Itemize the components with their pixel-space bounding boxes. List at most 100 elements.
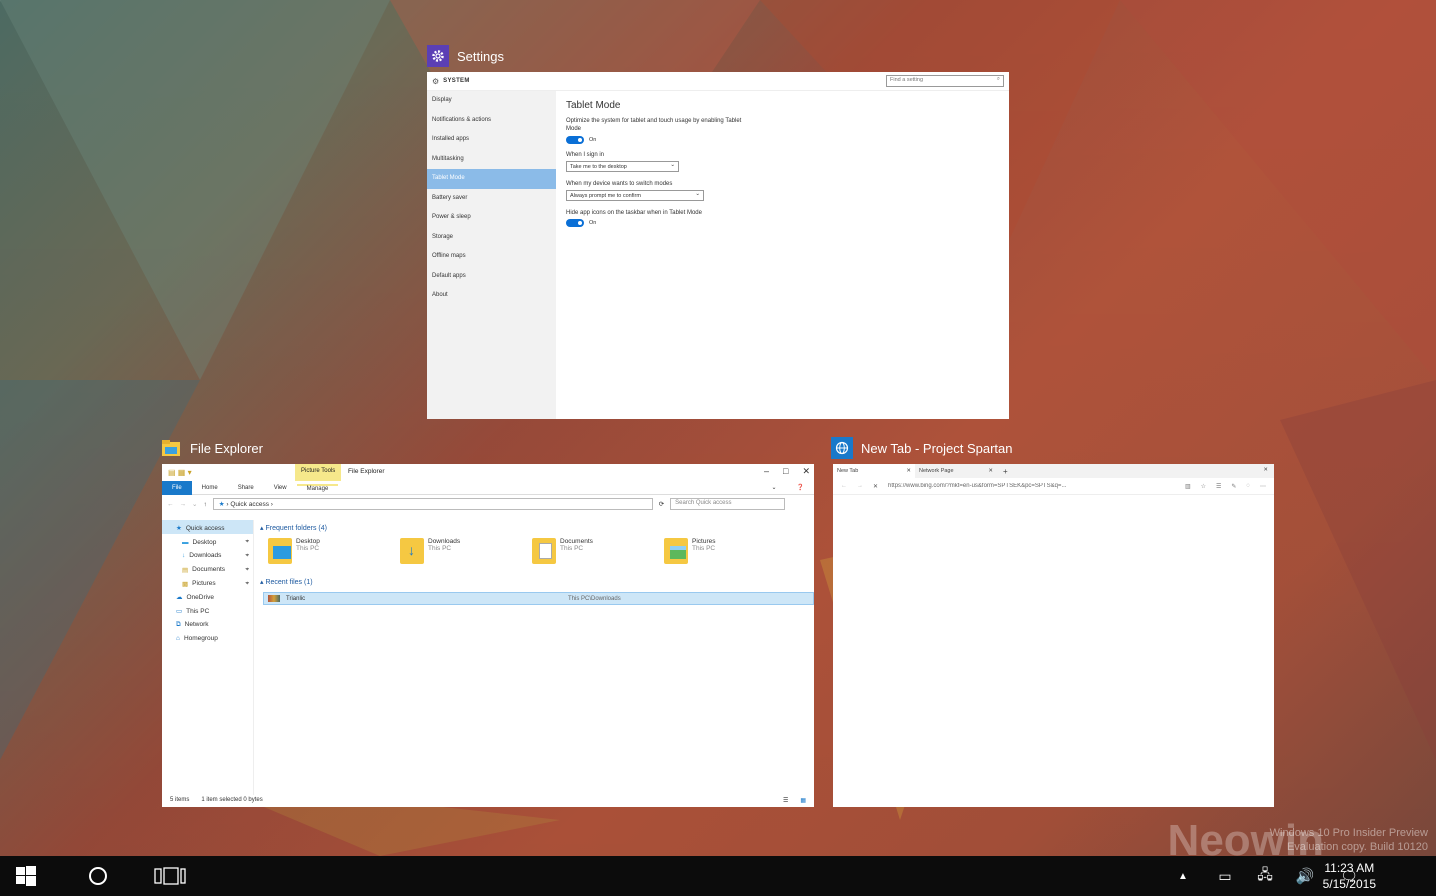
web-note-icon[interactable]: ✎	[1231, 483, 1236, 490]
task-view-icon	[154, 867, 186, 885]
close-icon[interactable]: ✕	[802, 466, 810, 477]
signin-dropdown[interactable]: Take me to the desktop ⌄	[566, 161, 679, 172]
recent-files-header[interactable]: ▴ Recent files (1)	[260, 578, 814, 586]
nav-homegroup[interactable]: ⌂ Homegroup	[162, 630, 253, 644]
new-tab-icon[interactable]: +	[997, 467, 1014, 476]
folder-tile[interactable]: Documents This PC	[532, 538, 664, 564]
nav-this-pc[interactable]: ▭ This PC	[162, 603, 253, 617]
tab-file[interactable]: File	[162, 480, 192, 495]
folder-tile[interactable]: Pictures This PC	[664, 538, 796, 564]
gear-icon	[427, 45, 449, 67]
close-window-icon[interactable]: ✕	[1263, 467, 1268, 473]
show-hidden-icons-button[interactable]: ▲	[1172, 856, 1194, 896]
cortana-button[interactable]	[76, 856, 120, 896]
help-icon[interactable]: ❓	[787, 484, 814, 491]
tray-volume-icon[interactable]: 🔊	[1292, 856, 1318, 896]
back-icon[interactable]: ←	[167, 501, 174, 508]
settings-nav-storage[interactable]: Storage	[427, 228, 556, 248]
nav-onedrive[interactable]: ☁ OneDrive	[162, 589, 253, 603]
start-button[interactable]	[0, 856, 52, 896]
folder-tile[interactable]: ↓ Downloads This PC	[400, 538, 532, 564]
url-input[interactable]: https://www.bing.com/?mkt=en-us&form=SPT…	[888, 483, 1175, 489]
favorite-star-icon[interactable]: ☆	[1201, 483, 1206, 490]
tablet-mode-toggle[interactable]	[566, 136, 584, 144]
large-icons-view-icon[interactable]: ▦	[800, 797, 806, 805]
maximize-icon[interactable]: □	[783, 466, 788, 477]
documents-folder-icon	[532, 538, 556, 564]
settings-window[interactable]: ⚙ SYSTEM Find a setting ⌕ Display Notifi…	[427, 72, 1009, 419]
settings-thumb-title[interactable]: Settings	[427, 45, 504, 67]
pictures-icon: ▩	[182, 580, 189, 588]
nav-documents[interactable]: ▤ Documents ⌖	[162, 561, 253, 575]
settings-nav-battery-saver[interactable]: Battery saver	[427, 189, 556, 209]
build-watermark: Windows 10 Pro Insider Preview Evaluatio…	[1270, 826, 1428, 854]
recent-locations-icon[interactable]: ⌄	[192, 500, 197, 508]
find-setting-input[interactable]: Find a setting ⌕	[886, 75, 1004, 87]
more-icon[interactable]: ⋯	[1260, 483, 1266, 490]
settings-nav-power-sleep[interactable]: Power & sleep	[427, 208, 556, 228]
minimize-icon[interactable]: –	[764, 466, 769, 477]
tab-home[interactable]: Home	[192, 485, 228, 491]
recent-file-row[interactable]: Trianlic This PC\Downloads	[263, 592, 814, 605]
details-view-icon[interactable]: ☰	[783, 797, 788, 805]
quick-access-toolbar-icon[interactable]: ▤ ▦ ▾	[168, 468, 192, 477]
cortana-circle-icon	[89, 867, 107, 885]
nav-quick-access[interactable]: ★ Quick access	[162, 520, 253, 534]
tray-network-icon[interactable]: 🖧	[1252, 856, 1278, 896]
tab-network-page[interactable]: Network Page ✕	[915, 464, 997, 478]
tablet-mode-desc: Optimize the system for tablet and touch…	[566, 118, 742, 132]
share-icon[interactable]: ◌	[1246, 483, 1250, 489]
back-icon[interactable]: ←	[841, 483, 847, 489]
tablet-mode-state: On	[589, 137, 597, 143]
nav-desktop[interactable]: ▬ Desktop ⌖	[162, 534, 253, 548]
nav-downloads-label: Downloads	[189, 552, 222, 560]
hub-icon[interactable]: ☰	[1216, 483, 1221, 490]
tab-share[interactable]: Share	[228, 485, 264, 491]
frequent-folders-header[interactable]: ▴ Frequent folders (4)	[260, 524, 814, 532]
forward-icon[interactable]: →	[180, 501, 187, 508]
pin-icon: ⌖	[245, 551, 249, 559]
chevron-down-icon[interactable]: ⌄	[761, 484, 786, 491]
nav-pictures[interactable]: ▩ Pictures ⌖	[162, 575, 253, 589]
settings-nav-about[interactable]: About	[427, 286, 556, 306]
task-view-button[interactable]	[148, 856, 192, 896]
nav-downloads[interactable]: ↓ Downloads ⌖	[162, 548, 253, 562]
find-setting-placeholder: Find a setting	[890, 77, 924, 83]
action-center-icon[interactable]: 🗨	[1336, 856, 1362, 896]
refresh-icon[interactable]: ⟳	[659, 500, 664, 508]
tab-new-tab[interactable]: New Tab ✕	[833, 464, 915, 478]
stop-icon[interactable]: ✕	[873, 483, 878, 490]
search-input[interactable]: Search Quick access	[670, 498, 786, 510]
spartan-window[interactable]: New Tab ✕ Network Page ✕ + ✕ ← → ✕ https:/…	[833, 464, 1274, 807]
forward-icon[interactable]: →	[857, 483, 863, 489]
settings-nav-offline-maps[interactable]: Offline maps	[427, 247, 556, 267]
settings-nav-default-apps[interactable]: Default apps	[427, 267, 556, 287]
hide-icons-toggle[interactable]	[566, 219, 584, 227]
spartan-thumb-title[interactable]: New Tab - Project Spartan	[831, 437, 1013, 459]
explorer-window[interactable]: ▤ ▦ ▾ Picture Tools File Explorer – □ ✕ …	[162, 464, 814, 807]
settings-nav-notifications[interactable]: Notifications & actions	[427, 111, 556, 131]
explorer-thumb-title[interactable]: File Explorer	[160, 437, 263, 459]
reading-view-icon[interactable]: ▥	[1185, 483, 1191, 490]
tab-view[interactable]: View	[264, 485, 297, 491]
window-title: File Explorer	[348, 468, 385, 475]
tray-battery-icon[interactable]: ▭	[1212, 856, 1238, 896]
settings-nav-tablet-mode[interactable]: Tablet Mode	[427, 169, 556, 189]
nav-quick-access-label: Quick access	[185, 524, 225, 532]
image-file-icon	[268, 595, 280, 602]
folder-location: This PC	[296, 545, 320, 552]
close-icon[interactable]: ✕	[906, 468, 911, 474]
recent-file-path: This PC\Downloads	[568, 595, 621, 602]
settings-nav-multitasking[interactable]: Multitasking	[427, 150, 556, 170]
switch-modes-dropdown[interactable]: Always prompt me to confirm ⌄	[566, 190, 704, 201]
settings-nav-display[interactable]: Display	[427, 91, 556, 111]
settings-nav-installed-apps[interactable]: Installed apps	[427, 130, 556, 150]
nav-network[interactable]: ⧉ Network	[162, 617, 253, 631]
close-icon[interactable]: ✕	[988, 468, 993, 474]
explorer-content: ▴ Frequent folders (4) Desktop This PC ↓ …	[260, 522, 814, 795]
address-bar[interactable]: ★ › Quick access ›	[212, 498, 653, 510]
tab-manage[interactable]: Manage	[296, 483, 339, 492]
folder-tile[interactable]: Desktop This PC	[268, 538, 400, 564]
explorer-title-label: File Explorer	[190, 440, 263, 456]
up-icon[interactable]: ↑	[203, 501, 206, 508]
